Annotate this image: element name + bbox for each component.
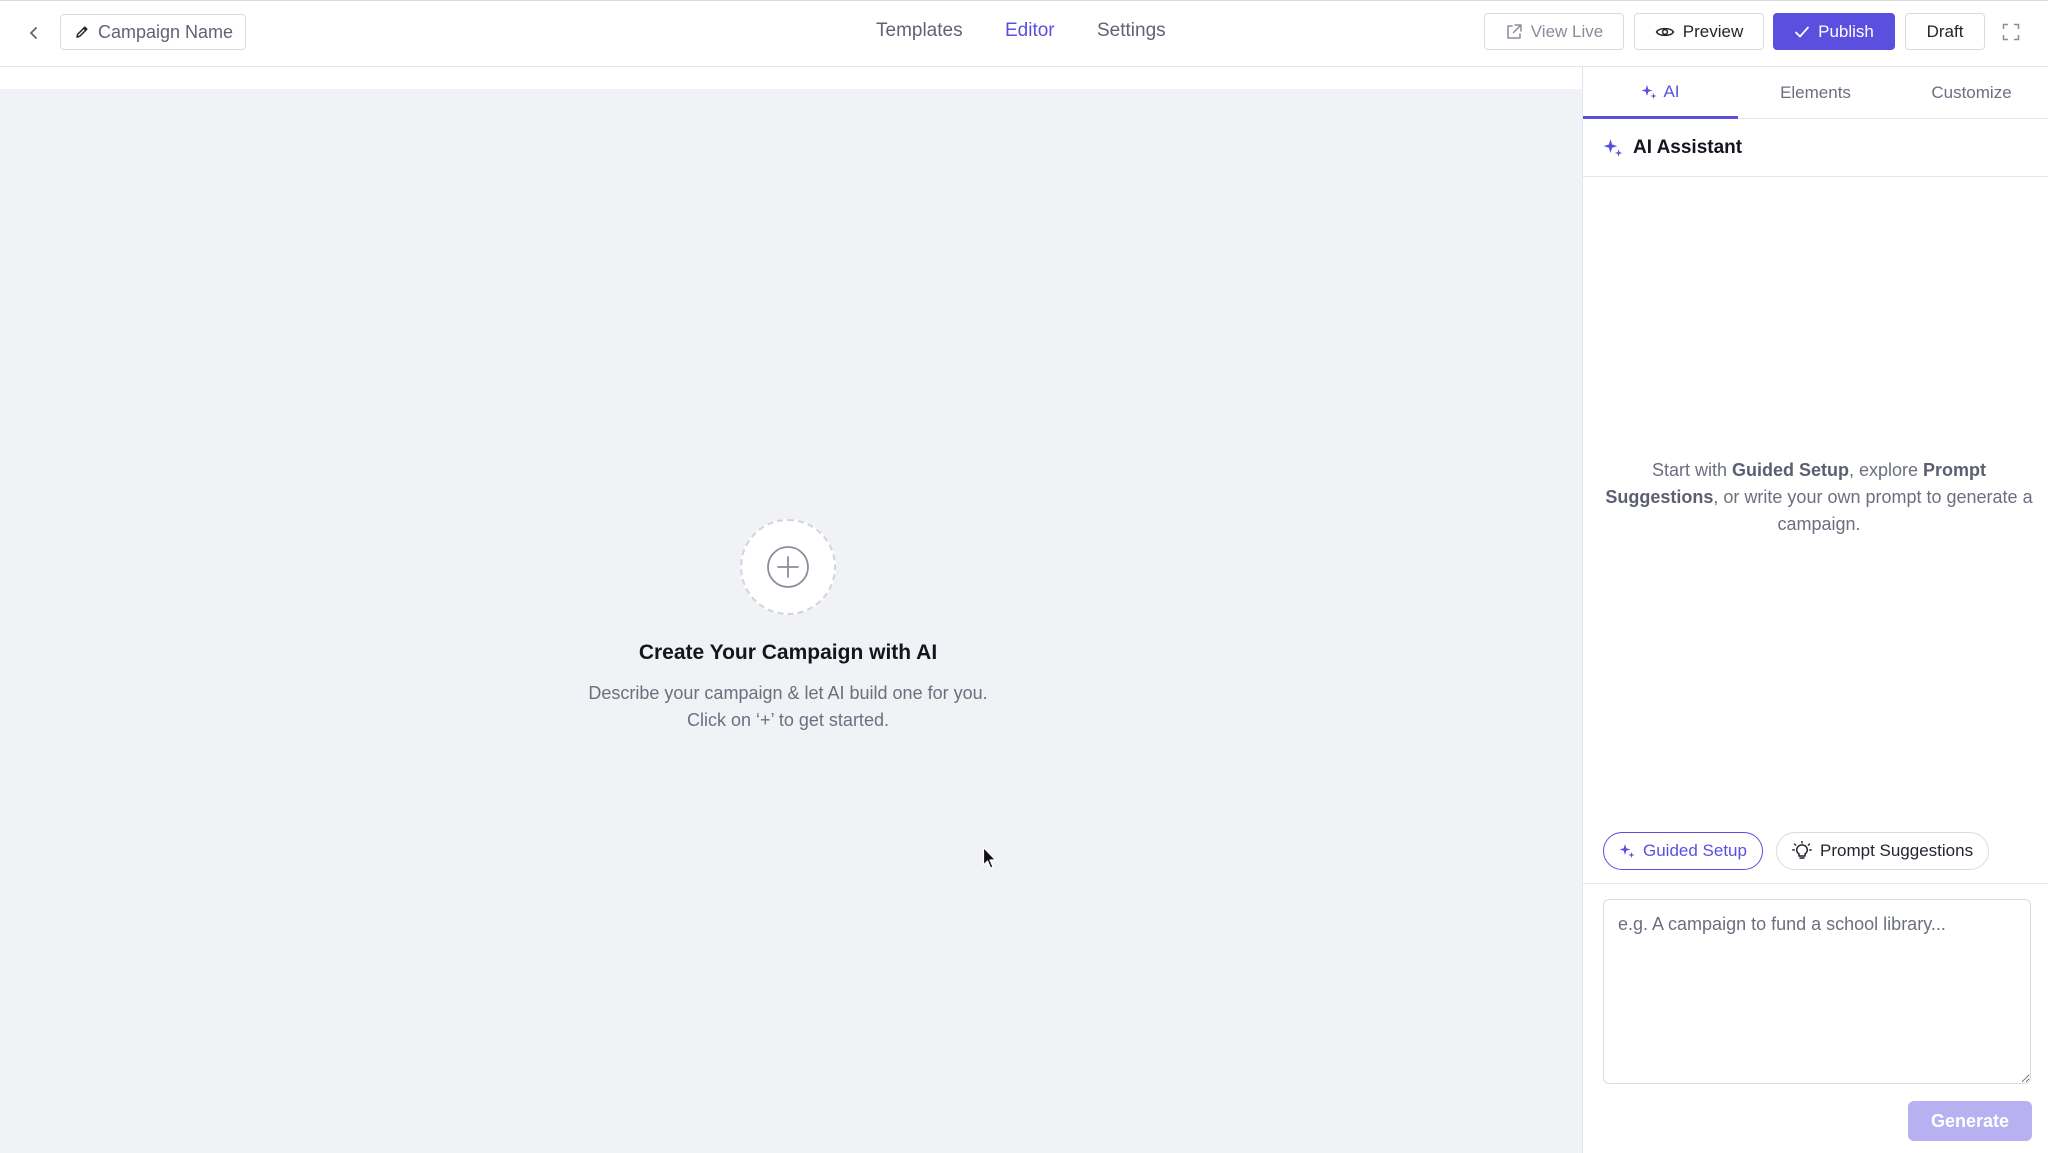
nav-templates[interactable]: Templates: [876, 20, 963, 42]
preview-label: Preview: [1682, 21, 1744, 41]
empty-state-subtitle-1: Describe your campaign & let AI build on…: [588, 683, 988, 703]
preview-button[interactable]: Preview: [1634, 13, 1764, 50]
eye-icon: [1655, 27, 1675, 36]
guided-setup-label: Guided Setup: [1643, 841, 1747, 860]
publish-label: Publish: [1818, 21, 1874, 41]
ai-intro-text: Start with Guided Setup, explore Prompt …: [1601, 457, 2037, 538]
mouse-cursor-icon: [982, 846, 997, 869]
add-campaign-button[interactable]: [740, 519, 836, 615]
view-live-label: View Live: [1530, 21, 1604, 41]
editor-canvas[interactable]: Create Your Campaign with AI Describe yo…: [0, 67, 1582, 1153]
prompt-suggestions-label: Prompt Suggestions: [1820, 841, 1974, 860]
guided-setup-button[interactable]: Guided Setup: [1603, 832, 1763, 870]
prompt-suggestions-button[interactable]: Prompt Suggestions: [1776, 832, 1990, 870]
empty-state: Create Your Campaign with AI Describe yo…: [0, 67, 1582, 1153]
intro-text-3: , or write your own prompt to generate a…: [1713, 487, 2033, 534]
tab-ai-label: AI: [1663, 81, 1680, 101]
empty-state-subtitle-2: Click on ‘+’ to get started.: [687, 710, 889, 730]
prompt-input[interactable]: [1603, 899, 2031, 1084]
top-bar: Campaign Name Templates Editor Settings …: [0, 0, 2048, 67]
draft-label: Draft: [1926, 21, 1964, 41]
right-panel: AI Elements Customize AI Assistant Start…: [1582, 67, 2048, 1153]
tab-customize[interactable]: Customize: [1894, 67, 2048, 119]
lightbulb-icon: [1792, 841, 1812, 859]
nav-editor[interactable]: Editor: [1005, 20, 1055, 42]
sparkle-icon: [1641, 84, 1657, 99]
view-live-button[interactable]: View Live: [1484, 13, 1624, 50]
draft-button[interactable]: Draft: [1905, 13, 1985, 50]
sparkle-icon: [1619, 844, 1635, 858]
campaign-name-label: Campaign Name: [98, 21, 234, 42]
panel-tabs: AI Elements Customize: [1583, 67, 2048, 119]
check-icon: [1795, 26, 1810, 37]
pencil-icon: [76, 26, 88, 38]
plus-circle-icon: [767, 546, 809, 588]
chevron-left-icon: [30, 27, 37, 39]
ai-assistant-title: AI Assistant: [1633, 136, 1743, 158]
back-button[interactable]: [20, 19, 48, 47]
tab-elements[interactable]: Elements: [1738, 67, 1893, 119]
panel-divider: [1583, 883, 2048, 884]
sparkle-icon: [1603, 138, 1623, 157]
external-link-icon: [1507, 23, 1522, 39]
empty-state-title: Create Your Campaign with AI: [638, 641, 938, 664]
fullscreen-button[interactable]: [1996, 17, 2026, 47]
intro-text-1: Start with: [1651, 460, 1732, 480]
tab-elements-label: Elements: [1780, 83, 1851, 102]
intro-bold-guided-setup: Guided Setup: [1731, 460, 1849, 480]
tab-ai[interactable]: AI: [1583, 67, 1738, 119]
generate-button[interactable]: Generate: [1908, 1101, 2032, 1141]
ai-assistant-header: AI Assistant: [1583, 119, 2048, 177]
nav-settings[interactable]: Settings: [1097, 20, 1166, 42]
publish-button[interactable]: Publish: [1773, 13, 1895, 50]
expand-icon: [2002, 23, 2020, 41]
tab-customize-label: Customize: [1931, 83, 2012, 102]
intro-text-2: , explore: [1848, 460, 1924, 480]
campaign-name-button[interactable]: Campaign Name: [60, 14, 247, 50]
